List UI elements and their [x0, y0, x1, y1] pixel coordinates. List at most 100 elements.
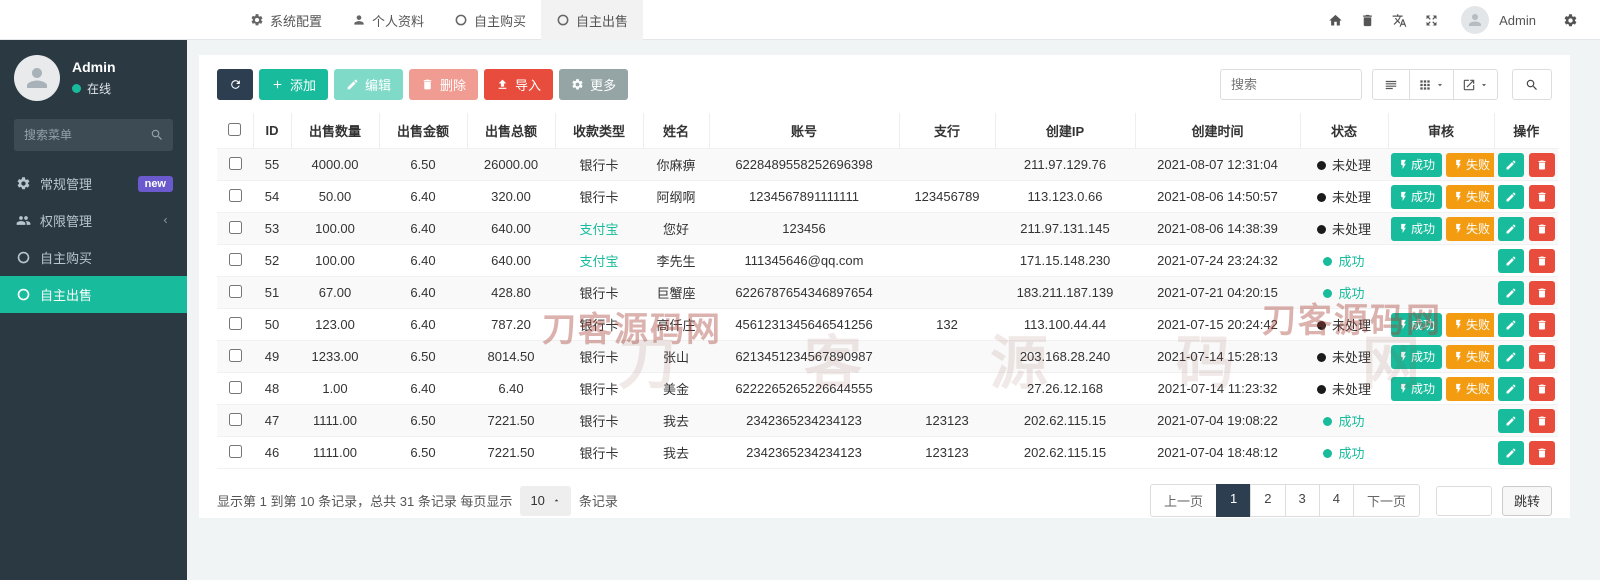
page-size-select[interactable]: 10 [520, 486, 570, 516]
page-1-button[interactable]: 1 [1216, 484, 1251, 517]
row-checkbox[interactable] [229, 381, 242, 394]
navbar-tabs: 系统配置个人资料自主购买自主出售 [235, 0, 643, 40]
table-search-input[interactable] [1220, 69, 1362, 100]
language-button[interactable] [1383, 0, 1415, 40]
row-checkbox[interactable] [229, 445, 242, 458]
column-header-account[interactable]: 账号 [709, 113, 899, 149]
columns-button[interactable] [1409, 69, 1454, 100]
search-submit-button[interactable] [1512, 69, 1552, 100]
cell-qty: 100.00 [291, 213, 379, 245]
row-edit-button[interactable] [1498, 281, 1524, 305]
audit-success-button[interactable]: 成功 [1391, 217, 1442, 241]
sidebar-item-self-sell[interactable]: 自主出售 [0, 276, 187, 313]
row-checkbox[interactable] [229, 317, 242, 330]
row-checkbox[interactable] [229, 221, 242, 234]
row-delete-button[interactable] [1529, 185, 1555, 209]
sidebar-item-general-mgmt[interactable]: 常规管理new [0, 165, 187, 202]
row-checkbox[interactable] [229, 349, 242, 362]
row-checkbox[interactable] [229, 413, 242, 426]
row-edit-button[interactable] [1498, 313, 1524, 337]
add-button[interactable]: 添加 [259, 69, 328, 100]
column-header-qty[interactable]: 出售数量 [291, 113, 379, 149]
search-icon [1525, 78, 1539, 92]
page-4-button[interactable]: 4 [1319, 484, 1354, 517]
row-checkbox[interactable] [229, 285, 242, 298]
page-3-button[interactable]: 3 [1285, 484, 1320, 517]
avatar[interactable] [1461, 6, 1489, 34]
audit-fail-button[interactable]: 失败 [1446, 153, 1494, 177]
column-header-name[interactable]: 姓名 [643, 113, 709, 149]
column-header-branch[interactable]: 支行 [899, 113, 995, 149]
edit-button[interactable]: 编辑 [334, 69, 403, 100]
row-delete-button[interactable] [1529, 281, 1555, 305]
row-delete-button[interactable] [1529, 153, 1555, 177]
sidebar-item-auth-mgmt[interactable]: 权限管理 [0, 202, 187, 239]
audit-success-button[interactable]: 成功 [1391, 377, 1442, 401]
cell-branch: 132 [899, 309, 995, 341]
cell-branch: 123123 [899, 405, 995, 437]
row-edit-button[interactable] [1498, 153, 1524, 177]
jump-page-input[interactable] [1436, 486, 1492, 516]
row-edit-button[interactable] [1498, 441, 1524, 465]
column-header-created[interactable]: 创建时间 [1135, 113, 1300, 149]
trash-button[interactable] [1351, 0, 1383, 40]
audit-success-button[interactable]: 成功 [1391, 345, 1442, 369]
row-delete-button[interactable] [1529, 313, 1555, 337]
tab-system-config[interactable]: 系统配置 [235, 0, 337, 40]
fullscreen-button[interactable] [1415, 0, 1447, 40]
row-edit-button[interactable] [1498, 217, 1524, 241]
audit-fail-button[interactable]: 失败 [1446, 345, 1494, 369]
tab-self-buy[interactable]: 自主购买 [439, 0, 541, 40]
page-2-button[interactable]: 2 [1250, 484, 1285, 517]
more-button[interactable]: 更多 [559, 69, 628, 100]
column-header-id[interactable]: ID [253, 113, 291, 149]
column-header-type[interactable]: 收款类型 [555, 113, 643, 149]
row-delete-button[interactable] [1529, 217, 1555, 241]
column-header-status[interactable]: 状态 [1300, 113, 1388, 149]
audit-fail-button[interactable]: 失败 [1446, 313, 1494, 337]
row-checkbox[interactable] [229, 157, 242, 170]
cell-id: 50 [253, 309, 291, 341]
row-edit-button[interactable] [1498, 345, 1524, 369]
export-button[interactable] [1453, 69, 1498, 100]
column-header-price[interactable]: 出售金额 [379, 113, 467, 149]
row-checkbox[interactable] [229, 253, 242, 266]
tab-self-sell[interactable]: 自主出售 [541, 0, 643, 40]
refresh-button[interactable] [217, 69, 253, 100]
row-delete-button[interactable] [1529, 249, 1555, 273]
select-all-checkbox[interactable] [228, 123, 241, 136]
table-header-row: ID出售数量出售金额出售总额收款类型姓名账号支行创建IP创建时间状态审核操作 [217, 113, 1558, 149]
audit-fail-button[interactable]: 失败 [1446, 377, 1494, 401]
audit-success-button[interactable]: 成功 [1391, 153, 1442, 177]
row-delete-button[interactable] [1529, 345, 1555, 369]
column-header-ip[interactable]: 创建IP [995, 113, 1135, 149]
row-delete-button[interactable] [1529, 377, 1555, 401]
row-edit-button[interactable] [1498, 185, 1524, 209]
column-header-audit[interactable]: 审核 [1388, 113, 1494, 149]
row-checkbox[interactable] [229, 189, 242, 202]
delete-button[interactable]: 删除 [409, 69, 478, 100]
tab-profile[interactable]: 个人资料 [337, 0, 439, 40]
column-header-total[interactable]: 出售总额 [467, 113, 555, 149]
pencil-icon [1505, 351, 1517, 363]
username-menu[interactable]: Admin [1499, 13, 1536, 28]
prev-page-button[interactable]: 上一页 [1150, 484, 1217, 517]
next-page-button[interactable]: 下一页 [1353, 484, 1420, 517]
row-edit-button[interactable] [1498, 377, 1524, 401]
audit-fail-button[interactable]: 失败 [1446, 185, 1494, 209]
jump-button[interactable]: 跳转 [1502, 486, 1552, 516]
row-edit-button[interactable] [1498, 409, 1524, 433]
toggle-view-button[interactable] [1372, 69, 1410, 100]
sidebar-item-self-buy[interactable]: 自主购买 [0, 239, 187, 276]
import-button[interactable]: 导入 [484, 69, 553, 100]
home-button[interactable] [1319, 0, 1351, 40]
audit-fail-button[interactable]: 失败 [1446, 217, 1494, 241]
audit-success-button[interactable]: 成功 [1391, 185, 1442, 209]
cell-type: 银行卡 [555, 277, 643, 309]
column-header-ops[interactable]: 操作 [1494, 113, 1558, 149]
settings-button[interactable] [1554, 0, 1586, 40]
audit-success-button[interactable]: 成功 [1391, 313, 1442, 337]
row-delete-button[interactable] [1529, 441, 1555, 465]
row-edit-button[interactable] [1498, 249, 1524, 273]
row-delete-button[interactable] [1529, 409, 1555, 433]
